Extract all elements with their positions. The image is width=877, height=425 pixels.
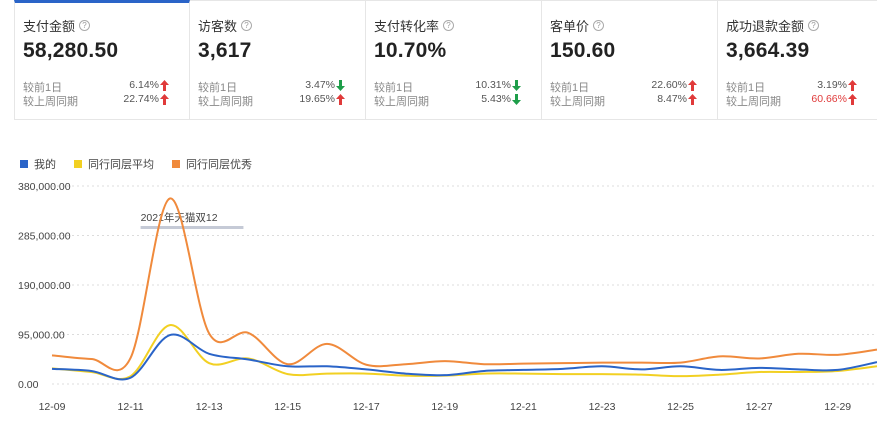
series-line-1 — [51, 324, 877, 381]
annotation-bar — [140, 226, 244, 229]
series-line-2 — [51, 197, 877, 372]
x-tick-label: 12-19 — [431, 401, 458, 413]
x-tick-label: 12-23 — [589, 401, 616, 413]
x-tick-label: 12-29 — [824, 401, 851, 413]
x-tick-label: 12-11 — [118, 401, 144, 413]
trend-chart: 0.00 95,000.00 190,000.00 285,000.00 380,000… — [18, 181, 877, 413]
y-tick-label: 0.00 — [18, 379, 39, 391]
y-tick-label: 95,000.00 — [18, 330, 65, 342]
y-tick-label: 190,000.00 — [18, 280, 71, 292]
x-tick-label: 12-25 — [667, 401, 694, 413]
x-tick-label: 12-09 — [39, 401, 66, 413]
y-tick-label: 380,000.00 — [18, 181, 71, 193]
y-tick-label: 285,000.00 — [18, 231, 71, 243]
x-tick-label: 12-21 — [510, 401, 537, 413]
x-tick-label: 12-15 — [274, 401, 301, 413]
x-tick-label: 12-27 — [746, 401, 773, 413]
x-tick-label: 12-17 — [353, 401, 380, 413]
x-tick-label: 12-13 — [196, 401, 223, 413]
